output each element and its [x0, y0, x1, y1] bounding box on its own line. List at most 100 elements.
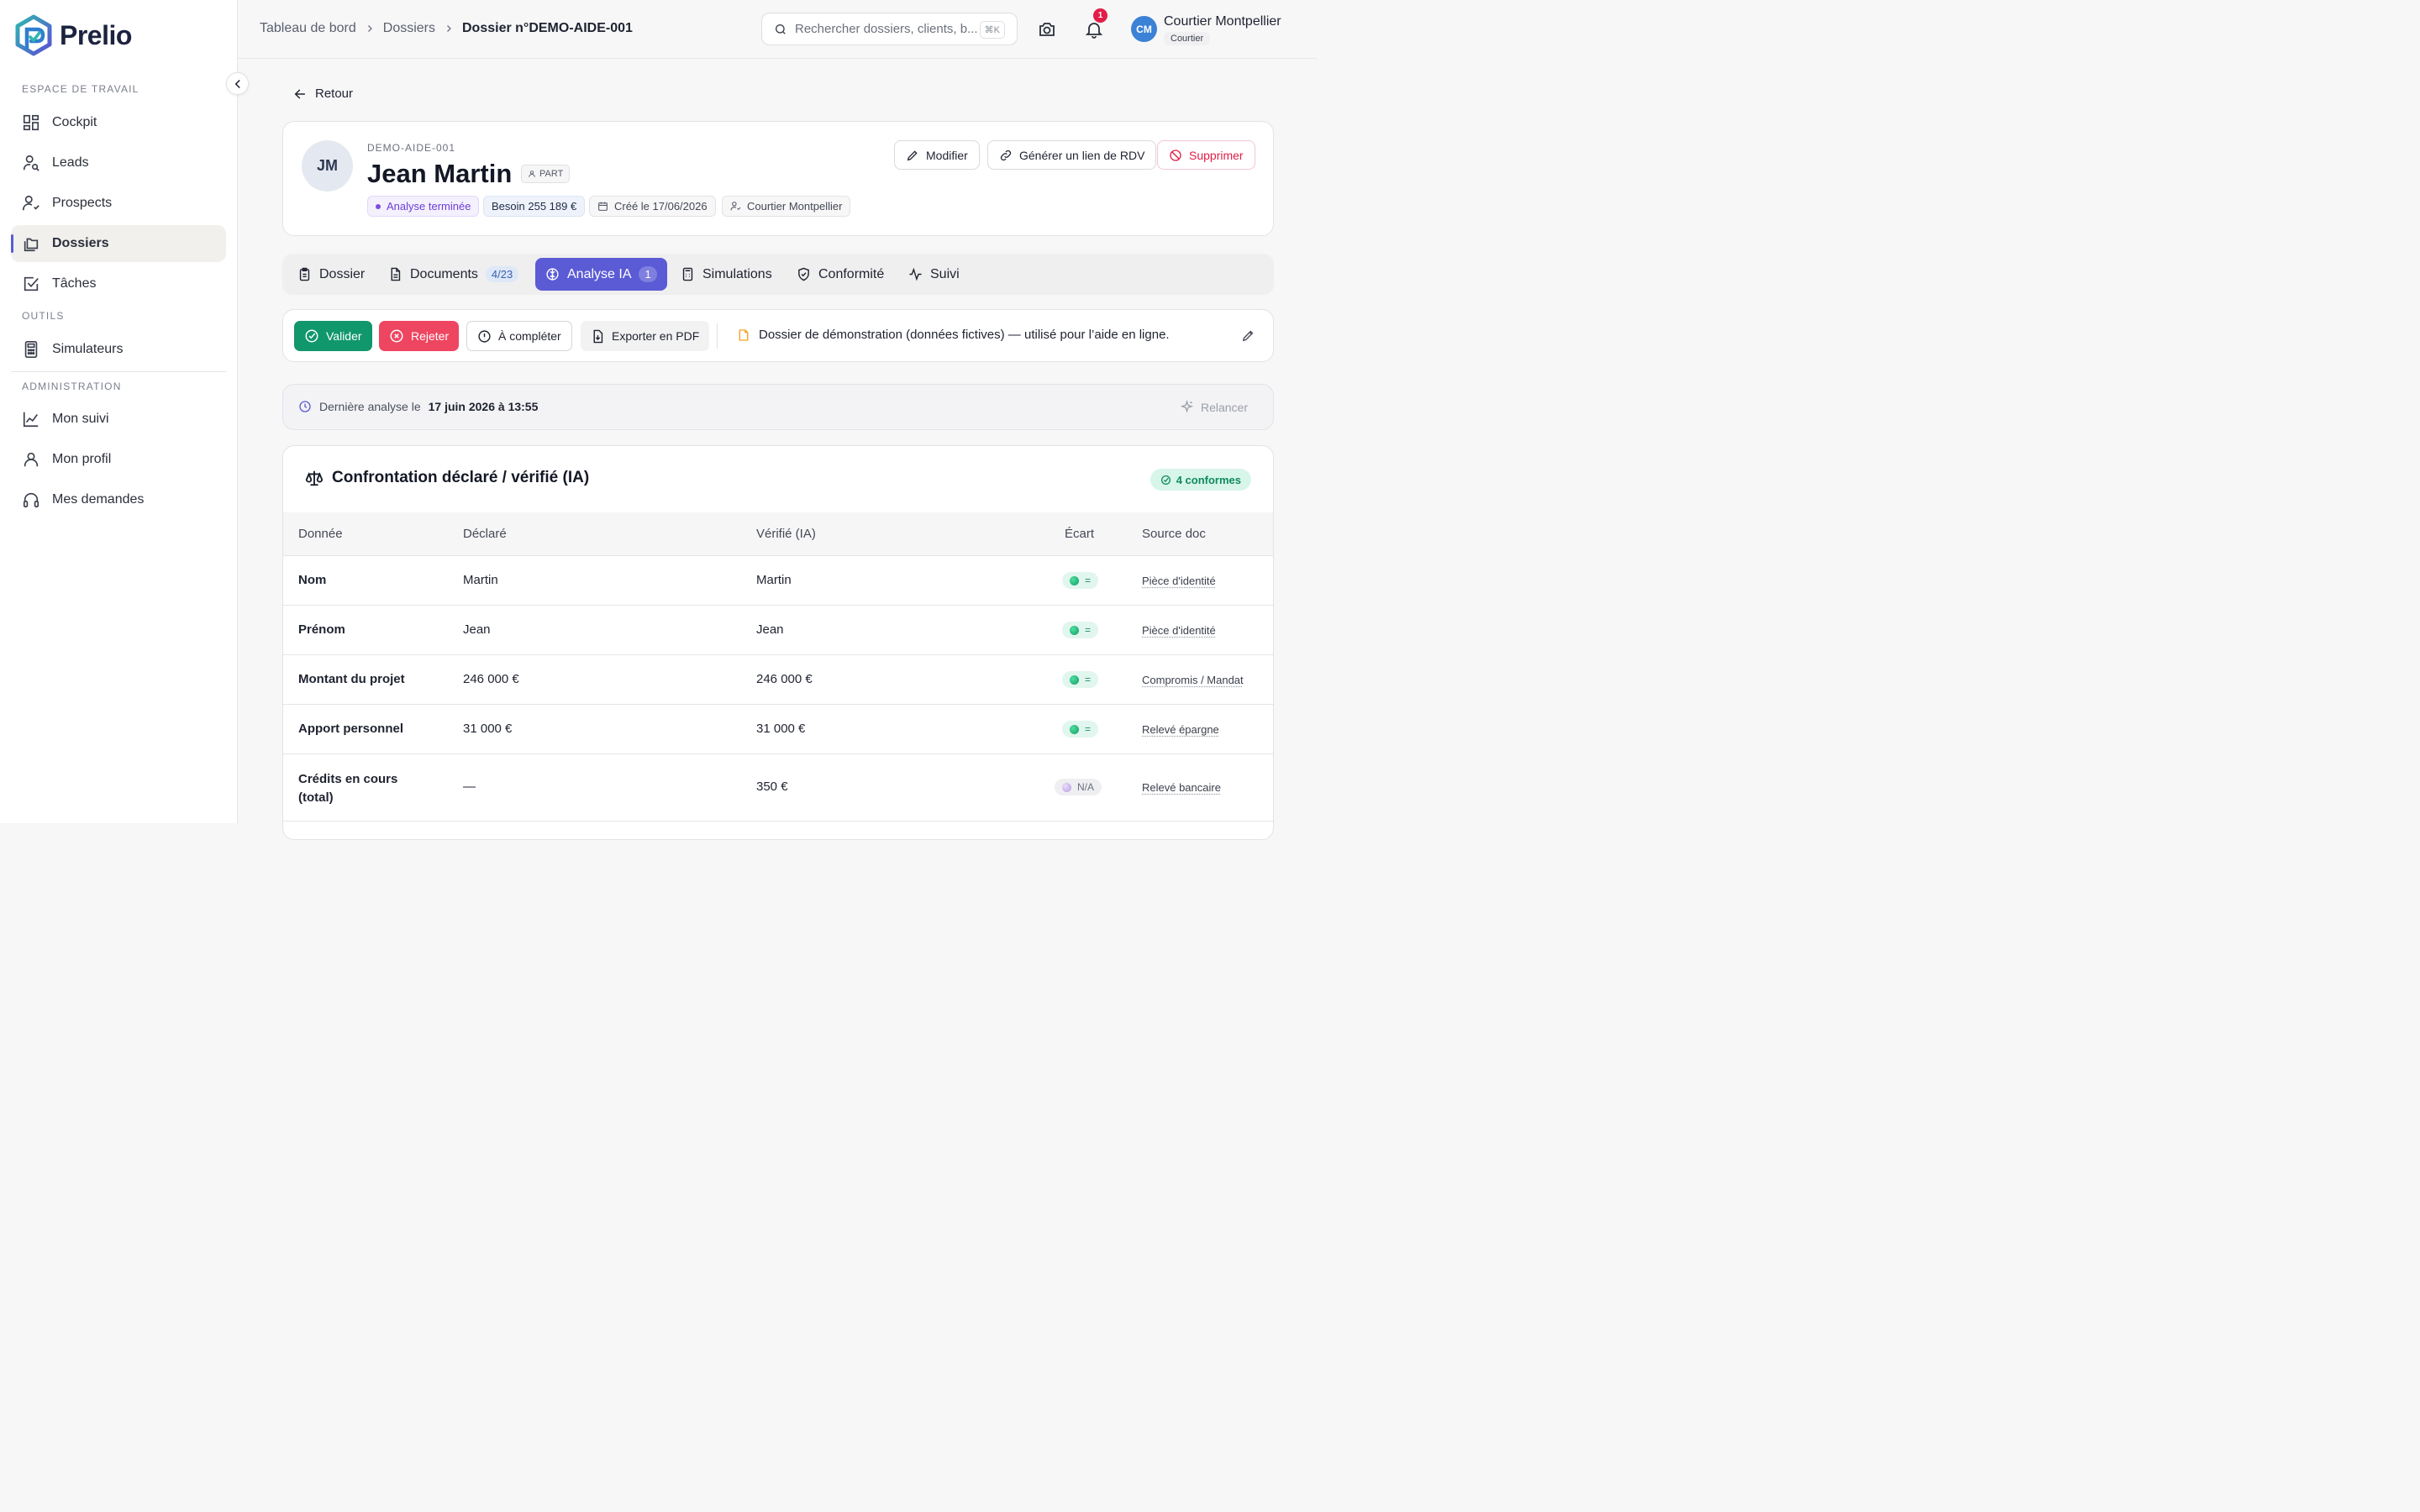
headset-icon [23, 492, 39, 508]
calculator-icon [682, 267, 693, 281]
sidebar-item-simulateurs[interactable]: Simulateurs [11, 331, 226, 368]
delete-button[interactable]: Supprimer [1157, 140, 1255, 170]
column-header-ecart[interactable]: Écart [1065, 527, 1094, 541]
tab-simulations[interactable]: Simulations [671, 258, 782, 291]
camera-icon[interactable] [1037, 19, 1057, 39]
row-verified: 350 € [756, 780, 788, 794]
created-date-chip: Créé le 17/06/2026 [589, 196, 716, 217]
tab-conformite[interactable]: Conformité [786, 258, 894, 291]
table-row: Prénom Jean Jean = Pièce d'identité [283, 606, 1273, 655]
document-icon [391, 267, 401, 281]
row-label: Montant du projet [298, 672, 405, 686]
chevron-right-icon [367, 25, 372, 32]
breadcrumb-dossiers[interactable]: Dossiers [383, 21, 435, 36]
reject-label: Rejeter [411, 329, 450, 343]
brand-name: Prelio [60, 19, 132, 50]
link-icon [1000, 150, 1012, 160]
column-header-source[interactable]: Source doc [1142, 527, 1206, 541]
breadcrumb: Tableau de bord Dossiers Dossier n°DEMO-… [260, 21, 633, 36]
created-date-label: Créé le 17/06/2026 [614, 200, 708, 213]
ecart-badge: = [1062, 721, 1099, 738]
edit-label: Modifier [926, 148, 968, 162]
tab-label: Dossier [319, 266, 366, 281]
to-complete-button[interactable]: À compléter [466, 321, 572, 351]
row-verified: Martin [756, 573, 792, 587]
tab-analyse-ia[interactable]: Analyse IA 1 [535, 258, 667, 291]
row-declared: — [463, 780, 476, 794]
dossier-header-card: JM DEMO-AIDE-001 Jean Martin PART Analys… [282, 121, 1274, 236]
arrow-left-icon [294, 89, 306, 98]
search-placeholder: Rechercher dossiers, clients, b... [795, 22, 978, 36]
dossier-reference: DEMO-AIDE-001 [367, 142, 456, 154]
edit-button[interactable]: Modifier [894, 140, 980, 170]
ecart-badge: = [1062, 671, 1099, 688]
sidebar-item-taches[interactable]: Tâches [11, 265, 226, 302]
breadcrumb-dashboard[interactable]: Tableau de bord [260, 21, 356, 36]
source-doc-link[interactable]: Relevé épargne [1142, 723, 1219, 736]
tab-dossier[interactable]: Dossier [287, 258, 375, 291]
ecart-value: = [1085, 674, 1092, 685]
avatar[interactable]: CM [1131, 16, 1157, 42]
column-header-donnee[interactable]: Donnée [298, 527, 343, 541]
shield-check-icon [798, 267, 809, 281]
comparison-title-text: Confrontation déclaré / vérifié (IA) [332, 469, 590, 486]
table-row: Montant du projet 246 000 € 246 000 € = … [283, 655, 1273, 705]
sidebar-item-mon-profil[interactable]: Mon profil [11, 441, 226, 478]
column-header-declare[interactable]: Déclaré [463, 527, 507, 541]
clipboard-icon [299, 267, 310, 281]
brand-logo[interactable]: Prelio [14, 14, 132, 56]
user-icon [529, 171, 535, 177]
sidebar-item-mon-suivi[interactable]: Mon suivi [11, 401, 226, 438]
generate-rdv-link-button[interactable]: Générer un lien de RDV [987, 140, 1157, 170]
ecart-badge: N/A [1055, 779, 1102, 795]
sidebar-item-label: Cockpit [52, 115, 97, 129]
tab-label: Simulations [702, 266, 772, 281]
sidebar-item-prospects[interactable]: Prospects [11, 185, 226, 222]
sidebar-item-cockpit[interactable]: Cockpit [11, 104, 226, 141]
rerun-analysis-button[interactable]: Relancer [1180, 400, 1248, 414]
column-header-verifie[interactable]: Vérifié (IA) [756, 527, 816, 541]
export-pdf-button[interactable]: Exporter en PDF [581, 321, 710, 351]
source-doc-link[interactable]: Pièce d'identité [1142, 575, 1216, 587]
chevron-right-icon [447, 25, 451, 32]
grid-icon [23, 114, 39, 131]
validate-button[interactable]: Valider [294, 321, 372, 351]
ecart-value: = [1085, 575, 1092, 586]
source-doc-link[interactable]: Relevé bancaire [1142, 781, 1221, 794]
source-doc-link[interactable]: Pièce d'identité [1142, 624, 1216, 637]
tab-documents[interactable]: Documents 4/23 [378, 258, 529, 291]
row-label: Nom [298, 573, 327, 587]
conform-count-badge: 4 conformes [1150, 469, 1251, 491]
reject-button[interactable]: Rejeter [379, 321, 460, 351]
global-search-input[interactable]: Rechercher dossiers, clients, b... ⌘K [761, 13, 1018, 45]
sidebar-item-label: Prospects [52, 196, 113, 210]
tab-suivi[interactable]: Suivi [898, 258, 970, 291]
collapse-sidebar-button[interactable] [226, 72, 249, 95]
sidebar-item-label: Tâches [52, 276, 97, 291]
row-label: Prénom [298, 622, 345, 637]
rerun-label: Relancer [1200, 400, 1248, 414]
comparison-table-card: Confrontation déclaré / vérifié (IA) 4 c… [282, 445, 1274, 840]
client-name: Jean Martin [367, 159, 513, 188]
pencil-icon[interactable] [1241, 328, 1255, 343]
match-indicator-icon [1070, 724, 1079, 734]
check-circle-icon [1160, 475, 1171, 485]
ecart-value: N/A [1077, 781, 1095, 793]
client-avatar: JM [302, 140, 353, 192]
tab-label: Analyse IA [567, 266, 632, 281]
back-button[interactable]: Retour [293, 87, 353, 101]
sidebar: Prelio ESPACE DE TRAVAIL Cockpit Leads P… [0, 0, 238, 823]
sidebar-item-dossiers[interactable]: Dossiers [11, 225, 226, 262]
user-name[interactable]: Courtier Montpellier [1164, 14, 1281, 29]
last-analysis-prefix: Dernière analyse le [319, 400, 421, 413]
user-icon [24, 452, 39, 467]
table-row: Nom Martin Martin = Pièce d'identité [283, 556, 1273, 606]
dossier-tabs: Dossier Documents 4/23 Analyse IA 1 Simu… [282, 254, 1274, 295]
search-shortcut: ⌘K [979, 21, 1005, 39]
sidebar-item-mes-demandes[interactable]: Mes demandes [11, 481, 226, 518]
source-doc-link[interactable]: Compromis / Mandat [1142, 674, 1244, 686]
to-complete-label: À compléter [498, 329, 561, 343]
check-circle-icon [305, 329, 318, 343]
sidebar-item-leads[interactable]: Leads [11, 144, 226, 181]
sidebar-item-label: Mon suivi [52, 412, 109, 426]
